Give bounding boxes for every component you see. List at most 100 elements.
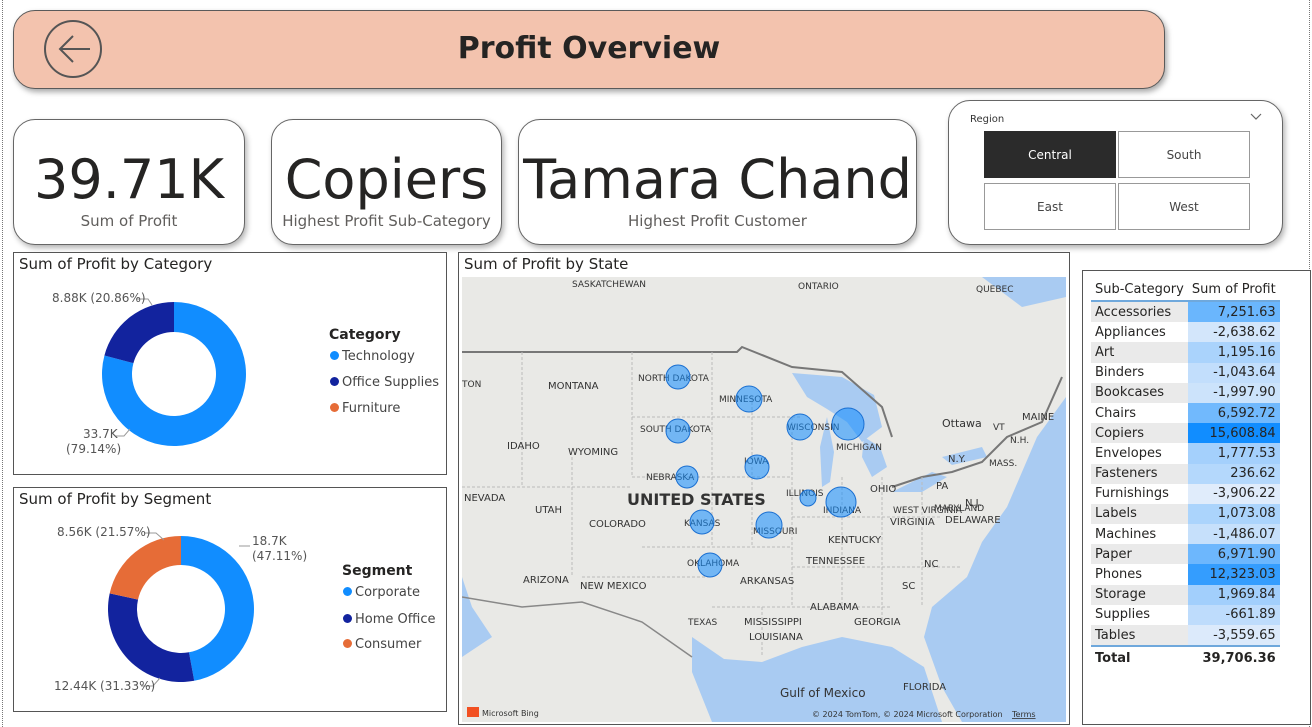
- page-title: Profit Overview: [457, 31, 721, 66]
- table-row[interactable]: Fasteners 236.62: [1091, 463, 1280, 484]
- kpi-label: Sum of Profit: [80, 212, 178, 230]
- map-bubble[interactable]: [799, 489, 817, 507]
- map-bubble[interactable]: [665, 364, 691, 390]
- data-label-office-supplies: 8.88K (20.86%): [52, 291, 146, 305]
- map-label-maine: MAINE: [1022, 412, 1054, 423]
- legend-dot-icon: [330, 403, 339, 412]
- column-header-subcategory[interactable]: Sub-Category: [1091, 278, 1188, 302]
- map-bubble[interactable]: [831, 407, 865, 441]
- table-row[interactable]: Phones 12,323.03: [1091, 564, 1280, 585]
- subcategory-profit-table: Sub-Category Sum of Profit Accessories 7,…: [1082, 270, 1311, 725]
- table-row[interactable]: Tables -3,559.65: [1091, 625, 1280, 647]
- profit-map-panel: Sum of Profit by State SASKATCHEWAN ONTA…: [458, 252, 1070, 725]
- legend-label: Office Supplies: [342, 375, 440, 390]
- cell-subcategory: Labels: [1091, 503, 1188, 525]
- donut-slice-home-office[interactable]: [107, 593, 195, 682]
- us-state-map[interactable]: SASKATCHEWAN ONTARIO QUEBECMONTANANORTH DA…: [462, 277, 1066, 722]
- map-label-mass-: MASS.: [989, 459, 1017, 469]
- slicer-option-central[interactable]: Central: [984, 131, 1116, 178]
- cell-subcategory: Bookcases: [1091, 382, 1188, 403]
- donut-slice-corporate[interactable]: [181, 536, 255, 681]
- donut-slice-office-supplies[interactable]: [104, 302, 174, 364]
- table-row[interactable]: Paper 6,971.90: [1091, 544, 1280, 565]
- kpi-card-subcategory: Copiers Highest Profit Sub-Category: [271, 119, 502, 245]
- legend-item-furniture[interactable]: Furniture: [330, 401, 400, 416]
- legend-item-consumer[interactable]: Consumer: [343, 637, 421, 652]
- map-bubble[interactable]: [665, 418, 691, 444]
- map-label-n-y-: N.Y.: [948, 454, 966, 465]
- kpi-card-profit: 39.71K Sum of Profit: [13, 119, 245, 245]
- legend-title: Segment: [342, 563, 413, 579]
- data-label-consumer: 8.56K (21.57%): [57, 525, 151, 539]
- cell-profit: -1,997.90: [1187, 382, 1280, 403]
- cell-subcategory: Phones: [1095, 567, 1143, 583]
- map-bubble[interactable]: [786, 413, 814, 441]
- map-bubble[interactable]: [689, 509, 715, 535]
- table-row[interactable]: Copiers 15,608.84: [1091, 423, 1280, 444]
- donut-slice-consumer[interactable]: [109, 536, 181, 600]
- cell-subcategory: Storage: [1091, 584, 1188, 605]
- table-row[interactable]: Appliances -2,638.62: [1091, 322, 1280, 343]
- cell-profit: 1,073.08: [1187, 503, 1280, 525]
- table-row[interactable]: Chairs 6,592.72: [1091, 402, 1280, 424]
- table-row[interactable]: Accessories 7,251.63: [1091, 301, 1280, 323]
- map-attribution: © 2024 TomTom, © 2024 Microsoft Corporat…: [812, 710, 1003, 719]
- map-bubble[interactable]: [755, 511, 783, 539]
- map-label-texas: TEXAS: [687, 618, 718, 628]
- kpi-value: Copiers: [284, 148, 489, 211]
- slicer-option-east[interactable]: East: [984, 183, 1116, 230]
- data-label-corporate: 18.7K: [252, 534, 287, 548]
- table-row[interactable]: Machines -1,486.07: [1091, 524, 1280, 545]
- cell-subcategory: Tables: [1091, 625, 1188, 647]
- map-bubble[interactable]: [825, 486, 857, 518]
- map-label-vt: VT: [993, 423, 1005, 433]
- legend-dot-icon: [343, 639, 352, 648]
- legend-label: Consumer: [355, 637, 422, 652]
- chart-title: Sum of Profit by State: [464, 255, 629, 273]
- map-label-gulf-of-mexico: Gulf of Mexico: [780, 686, 866, 700]
- legend-dot-icon: [343, 614, 352, 623]
- map-label-saskatchewan: SASKATCHEWAN: [572, 280, 646, 290]
- table-row[interactable]: Supplies -661.89: [1091, 604, 1280, 625]
- map-label-wyoming: WYOMING: [568, 447, 618, 458]
- table-row[interactable]: Labels 1,073.08: [1091, 503, 1280, 525]
- map-terms-link[interactable]: Terms: [1011, 710, 1036, 719]
- country-label: UNITED STATES: [627, 490, 766, 509]
- cell-subcategory: Binders: [1095, 365, 1145, 381]
- map-bubble[interactable]: [675, 465, 699, 489]
- chevron-down-icon[interactable]: [1250, 110, 1262, 124]
- legend-item-technology[interactable]: Technology: [330, 349, 415, 364]
- profit-matrix: Sub-Category Sum of Profit Accessories 7,…: [1091, 278, 1280, 670]
- cell-subcategory: Fasteners: [1091, 463, 1188, 484]
- legend-item-home-office[interactable]: Home Office: [343, 612, 435, 627]
- map-label-nevada: NEVADA: [464, 493, 505, 504]
- map-label-n-h-: N.H.: [1010, 436, 1029, 446]
- slicer-option-west[interactable]: West: [1118, 183, 1250, 230]
- table-row[interactable]: Furnishings -3,906.22: [1091, 483, 1280, 504]
- legend-item-corporate[interactable]: Corporate: [343, 585, 420, 600]
- map-label-utah: UTAH: [535, 505, 562, 516]
- table-row[interactable]: Envelopes 1,777.53: [1091, 443, 1280, 464]
- legend-dot-icon: [330, 351, 339, 360]
- table-row[interactable]: Storage 1,969.84: [1091, 584, 1280, 605]
- kpi-label: Highest Profit Customer: [628, 212, 807, 230]
- map-bubble[interactable]: [744, 454, 770, 480]
- column-header-profit[interactable]: Sum of Profit: [1187, 278, 1280, 302]
- table-row[interactable]: Binders -1,043.64: [1091, 362, 1280, 383]
- map-label-tennessee: TENNESSEE: [805, 556, 865, 567]
- table-row[interactable]: Bookcases -1,997.90: [1091, 382, 1280, 403]
- slicer-option-south[interactable]: South: [1118, 131, 1250, 178]
- cell-profit: 6,592.72: [1187, 402, 1280, 424]
- map-bubble[interactable]: [697, 552, 723, 578]
- cell-profit: 7,251.63: [1187, 301, 1280, 323]
- slicer-title: Region: [970, 114, 1005, 125]
- table-row[interactable]: Art 1,195.16: [1091, 342, 1280, 363]
- map-label-alabama: ALABAMA: [810, 602, 859, 613]
- cell-profit: -2,638.62: [1187, 322, 1280, 343]
- legend-label: Technology: [342, 349, 415, 364]
- map-bubble[interactable]: [735, 385, 763, 413]
- map-label-michigan: MICHIGAN: [836, 443, 882, 453]
- legend-label: Furniture: [342, 401, 401, 416]
- legend-item-office-supplies[interactable]: Office Supplies: [330, 375, 439, 390]
- cell-subcategory: Art: [1091, 342, 1188, 363]
